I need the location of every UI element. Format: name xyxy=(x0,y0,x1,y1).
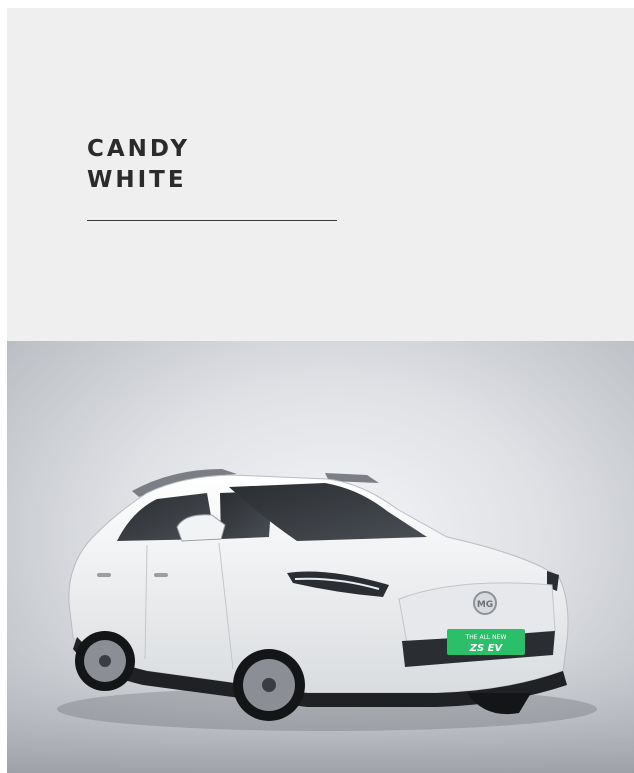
badge-line-1: THE ALL NEW xyxy=(465,634,507,641)
badge-line-2: ZS EV xyxy=(469,643,504,654)
front-wheel xyxy=(233,649,305,721)
svg-text:MG: MG xyxy=(477,600,493,610)
color-option-card: CANDY WHITE MG THE ALL NEW ZS EV xyxy=(7,8,634,773)
car-illustration: MG THE ALL NEW ZS EV xyxy=(7,469,634,773)
color-info-panel: CANDY WHITE xyxy=(7,8,634,341)
car-body: MG xyxy=(68,469,569,721)
color-name: CANDY WHITE xyxy=(87,134,190,196)
zs-ev-badge: THE ALL NEW ZS EV xyxy=(447,629,525,655)
color-name-line-1: CANDY xyxy=(87,136,191,162)
color-name-line-2: WHITE xyxy=(87,167,187,193)
rear-wheel xyxy=(75,631,135,691)
title-divider xyxy=(87,220,337,221)
car-photo: MG THE ALL NEW ZS EV xyxy=(7,341,634,773)
